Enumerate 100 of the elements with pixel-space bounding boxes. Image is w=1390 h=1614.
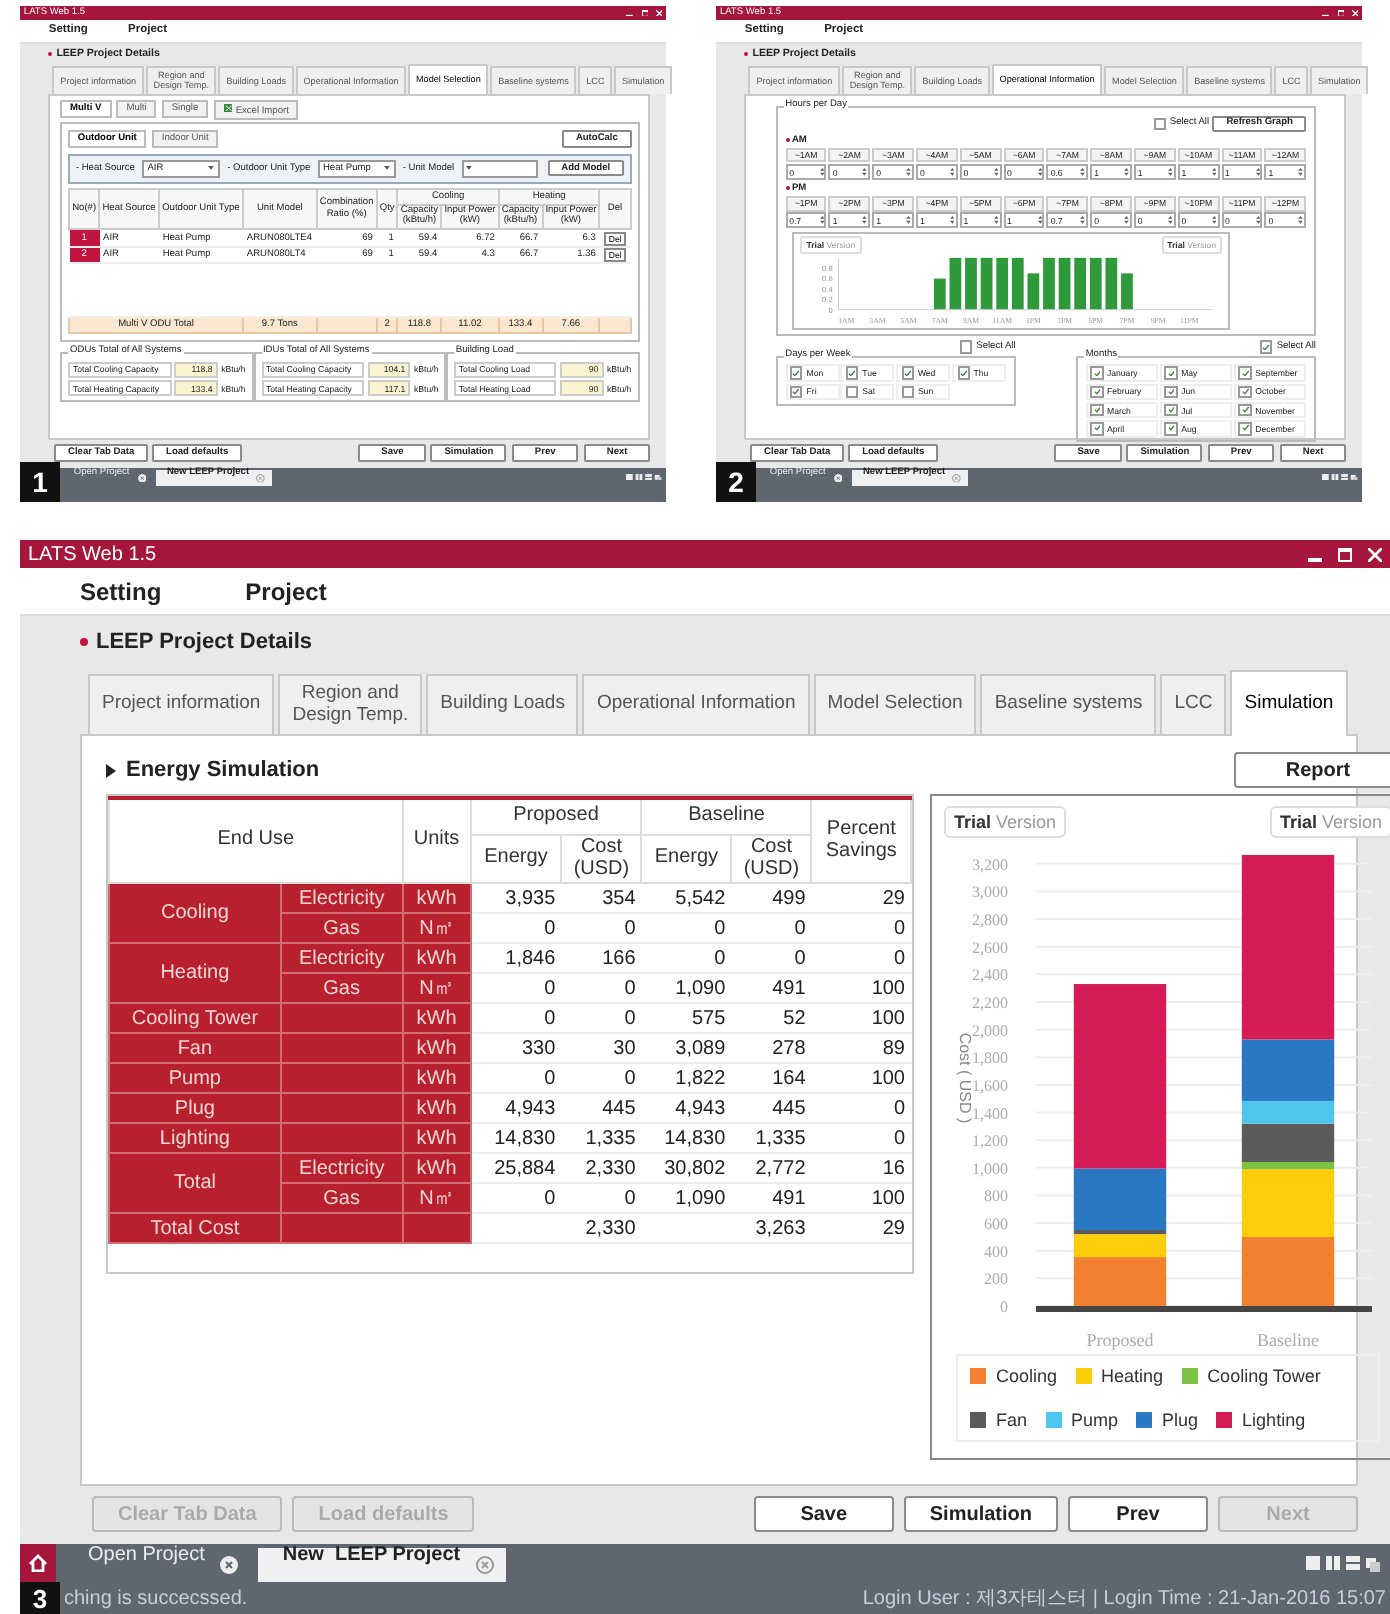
end-use-cell: Pump — [109, 1063, 281, 1093]
menu-item[interactable]: Project — [245, 577, 327, 605]
y-tick-label: 1,800 — [972, 1049, 1008, 1068]
maximize-icon[interactable] — [641, 9, 648, 17]
checkbox[interactable] — [1260, 340, 1273, 354]
table-cell: 89 — [811, 1033, 911, 1063]
layout-icons[interactable] — [625, 473, 667, 481]
trial-version-label: Trial Version — [944, 806, 1067, 838]
checkbox[interactable] — [901, 385, 915, 398]
checkbox[interactable] — [1164, 366, 1178, 380]
checkbox[interactable] — [1090, 403, 1104, 417]
tab[interactable]: Region and Design Temp. — [278, 674, 423, 734]
column-header: Cost (USD) — [561, 835, 642, 883]
end-use-cell: Cooling — [109, 883, 281, 943]
chart-bar — [1012, 257, 1025, 310]
close-icon[interactable] — [833, 473, 842, 483]
checkbox[interactable] — [957, 366, 970, 380]
caret-icon — [384, 166, 391, 171]
section-heading: Energy Simulation — [126, 758, 320, 782]
table-cell: 1,335 — [561, 1123, 642, 1153]
energy-source-cell — [280, 1123, 403, 1153]
checkbox[interactable] — [1090, 366, 1104, 380]
end-use-cell: Cooling Tower — [109, 1003, 281, 1033]
legend-item: Fan — [970, 1410, 1028, 1430]
home-icon[interactable] — [20, 1544, 56, 1582]
checkbox[interactable] — [959, 340, 973, 354]
chart-bar — [997, 257, 1009, 310]
table-cell: 29 — [811, 883, 911, 913]
checkbox[interactable] — [1090, 422, 1104, 435]
menu-item[interactable]: Setting — [80, 577, 162, 605]
y-tick-label: 2,800 — [972, 911, 1008, 930]
table-cell: 100 — [811, 1063, 911, 1093]
table-cell: 100 — [811, 1003, 911, 1033]
table-cell: 30,802 — [641, 1153, 732, 1183]
table-cell: 491 — [731, 973, 812, 1003]
checkbox[interactable] — [790, 385, 803, 398]
y-tick-label: 1,200 — [972, 1132, 1008, 1151]
action-button[interactable]: Prev — [1068, 1496, 1208, 1532]
checkbox[interactable] — [1153, 117, 1166, 130]
checkbox[interactable] — [1238, 385, 1252, 398]
table-cell: 499 — [731, 883, 812, 913]
tab[interactable]: Model Selection — [813, 674, 977, 734]
column-header: Percent Savings — [811, 798, 911, 883]
table-cell: 5,542 — [641, 883, 732, 913]
tab[interactable]: Simulation — [1230, 670, 1348, 736]
table-cell: 29 — [811, 1213, 911, 1243]
caret-icon — [106, 763, 116, 777]
table-cell: 0 — [561, 913, 642, 943]
project-tab[interactable]: New LEEP Project — [258, 1548, 507, 1582]
checkbox[interactable] — [1164, 385, 1178, 398]
tab[interactable]: LCC — [1160, 674, 1227, 734]
action-button[interactable]: Save — [753, 1496, 894, 1532]
legend-item: Cooling — [970, 1366, 1058, 1386]
table-cell: 0 — [470, 913, 562, 943]
y-tick-label: 200 — [984, 1270, 1008, 1289]
action-button[interactable]: Simulation — [903, 1496, 1058, 1532]
y-tick-label: 1,000 — [972, 1159, 1008, 1178]
maximize-icon[interactable] — [1338, 547, 1352, 561]
y-tick-label: 1,400 — [972, 1104, 1008, 1123]
checkbox[interactable] — [1238, 366, 1252, 380]
checkbox[interactable] — [1238, 403, 1252, 417]
table-cell: 2,772 — [731, 1153, 812, 1183]
tab[interactable]: Building Loads — [426, 674, 579, 734]
table-cell: 166 — [561, 943, 642, 973]
dropdown[interactable] — [461, 159, 539, 178]
table-cell: 14,830 — [641, 1123, 732, 1153]
checkbox[interactable] — [845, 366, 859, 380]
number-badge: 1 — [20, 462, 60, 502]
spreadsheet-icon — [223, 103, 233, 113]
table-cell: 330 — [470, 1033, 562, 1063]
close-icon[interactable] — [137, 473, 146, 483]
checkbox[interactable] — [845, 385, 859, 398]
table-cell: 52 — [731, 1003, 812, 1033]
end-use-cell: Plug — [109, 1093, 281, 1123]
checkbox[interactable] — [790, 366, 803, 380]
checkbox[interactable] — [901, 366, 915, 380]
y-tick-label: 2,000 — [972, 1021, 1008, 1040]
checkbox[interactable] — [1238, 422, 1252, 435]
tab[interactable]: Project information — [88, 674, 275, 734]
project-tab[interactable]: Open Project — [64, 1548, 251, 1582]
checkbox[interactable] — [1090, 385, 1104, 398]
y-tick-label: 1,600 — [972, 1076, 1008, 1095]
layout-icons[interactable] — [1321, 473, 1363, 481]
energy-source-cell: Electricity — [280, 1153, 403, 1183]
table-cell: 25,884 — [470, 1153, 562, 1183]
maximize-icon[interactable] — [1337, 9, 1344, 17]
checkbox[interactable] — [1164, 403, 1178, 417]
tab[interactable]: Operational Information — [582, 674, 810, 734]
energy-source-cell — [280, 1003, 403, 1033]
login-info: Login User : 제3자테스터 | Login Time : 21-Jan-2016 15:07 — [862, 1586, 1386, 1612]
y-tick-label: 0 — [1000, 1298, 1008, 1316]
report-button[interactable]: Report — [1234, 752, 1390, 788]
table-cell: 0 — [811, 1093, 911, 1123]
x-category-label: Baseline — [1257, 1330, 1319, 1350]
tab[interactable]: Baseline systems — [980, 674, 1157, 734]
table-cell: 0 — [811, 1123, 911, 1153]
legend-item: Plug — [1136, 1410, 1199, 1430]
checkbox[interactable] — [1164, 422, 1178, 435]
column-header: Units — [402, 798, 471, 883]
number-badge: 2 — [716, 462, 757, 502]
